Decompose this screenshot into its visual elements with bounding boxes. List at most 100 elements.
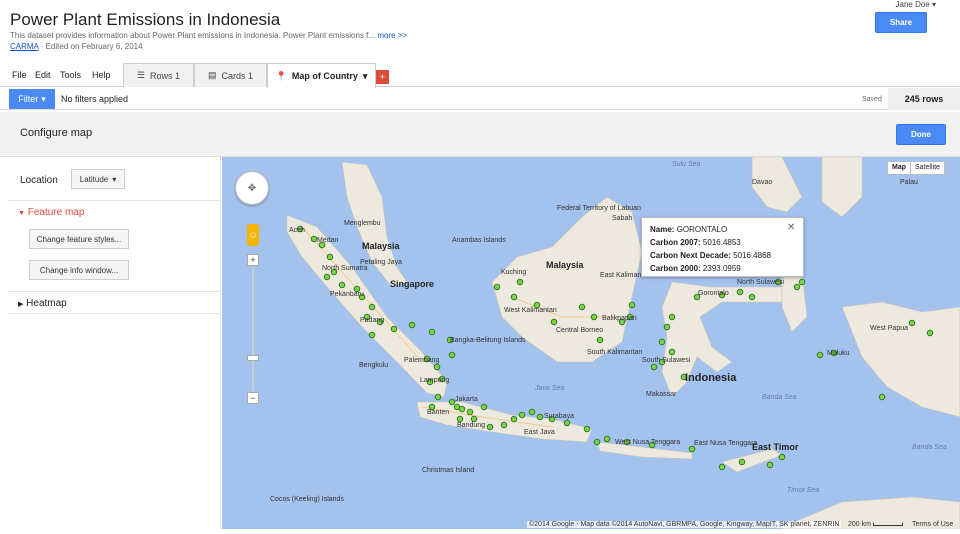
power-plant-marker[interactable] — [563, 419, 571, 427]
power-plant-marker[interactable] — [323, 273, 331, 281]
info-value: 5016.4853 — [702, 238, 741, 247]
power-plant-marker[interactable] — [408, 321, 416, 329]
power-plant-marker[interactable] — [536, 413, 544, 421]
power-plant-marker[interactable] — [778, 453, 786, 461]
power-plant-marker[interactable] — [368, 303, 376, 311]
done-button[interactable]: Done — [896, 124, 946, 145]
power-plant-marker[interactable] — [688, 445, 696, 453]
close-icon[interactable]: ✕ — [787, 222, 795, 233]
feature-map-section[interactable]: ▼ Feature map — [18, 207, 84, 218]
heatmap-section[interactable]: ▶ Heatmap — [18, 298, 67, 309]
power-plant-marker[interactable] — [428, 328, 436, 336]
meta-separator: · — [40, 42, 44, 51]
power-plant-marker[interactable] — [748, 293, 756, 301]
power-plant-marker[interactable] — [470, 415, 478, 423]
power-plant-marker[interactable] — [718, 463, 726, 471]
map-label: South Kalimantan — [587, 349, 643, 356]
power-plant-marker[interactable] — [510, 415, 518, 423]
power-plant-marker[interactable] — [368, 331, 376, 339]
power-plant-marker[interactable] — [736, 288, 744, 296]
power-plant-marker[interactable] — [433, 363, 441, 371]
map-type-satellite-button[interactable]: Satellite — [911, 162, 944, 174]
power-plant-marker[interactable] — [390, 325, 398, 333]
change-feature-styles-button[interactable]: Change feature styles... — [29, 229, 129, 249]
terms-link[interactable]: Terms of Use — [912, 521, 953, 528]
power-plant-marker[interactable] — [528, 408, 536, 416]
map-label: Malaysia — [362, 241, 400, 251]
info-row-carbon-next: Carbon Next Decade: 5016.4868 — [650, 249, 795, 262]
power-plant-marker[interactable] — [456, 415, 464, 423]
power-plant-marker[interactable] — [926, 329, 934, 337]
power-plant-marker[interactable] — [578, 303, 586, 311]
power-plant-marker[interactable] — [798, 278, 806, 286]
power-plant-marker[interactable] — [516, 278, 524, 286]
power-plant-marker[interactable] — [668, 313, 676, 321]
zoom-in-button[interactable]: + — [247, 254, 259, 266]
power-plant-marker[interactable] — [466, 408, 474, 416]
owner-link[interactable]: CARMA — [10, 42, 38, 51]
location-select[interactable]: Latitude ▾ — [71, 169, 125, 189]
add-tab-button[interactable]: + — [376, 70, 389, 84]
location-label: Location — [20, 175, 58, 186]
user-menu[interactable]: Jane Doe ▾ — [896, 0, 937, 9]
map-label: Menglembu — [344, 220, 381, 227]
power-plant-marker[interactable] — [480, 403, 488, 411]
power-plant-marker[interactable] — [816, 351, 824, 359]
filter-button[interactable]: Filter ▾ — [9, 89, 55, 109]
map-canvas[interactable]: Sulu Sea Davao Palau Aceh Medan Menglemb… — [222, 157, 960, 529]
tab-cards[interactable]: ▤ Cards 1 — [194, 63, 267, 87]
tab-rows[interactable]: ☰ Rows 1 — [123, 63, 194, 87]
change-info-window-button[interactable]: Change info window... — [29, 260, 129, 280]
menu-tools[interactable]: Tools — [60, 70, 81, 80]
power-plant-marker[interactable] — [793, 283, 801, 291]
share-button[interactable]: Share — [875, 12, 927, 33]
zoom-slider-handle[interactable] — [247, 355, 259, 361]
menu-edit[interactable]: Edit — [35, 70, 51, 80]
map-label: Padang — [360, 317, 385, 324]
pegman-icon[interactable]: ☺ — [247, 224, 259, 246]
power-plant-marker[interactable] — [650, 363, 658, 371]
power-plant-marker[interactable] — [326, 253, 334, 261]
power-plant-marker[interactable] — [518, 411, 526, 419]
tab-map-of-country[interactable]: 📍 Map of Country ▾ — [267, 63, 376, 88]
power-plant-marker[interactable] — [500, 421, 508, 429]
power-plant-marker[interactable] — [658, 338, 666, 346]
power-plant-marker[interactable] — [878, 393, 886, 401]
power-plant-marker[interactable] — [603, 435, 611, 443]
map-label: Christmas Island — [422, 467, 475, 474]
power-plant-marker[interactable] — [338, 281, 346, 289]
power-plant-marker[interactable] — [448, 398, 456, 406]
power-plant-marker[interactable] — [590, 313, 598, 321]
map-type-map-button[interactable]: Map — [888, 162, 911, 174]
zoom-slider-track[interactable] — [252, 267, 254, 391]
zoom-out-button[interactable]: − — [247, 392, 259, 404]
power-plant-marker[interactable] — [668, 348, 676, 356]
landmass — [286, 157, 960, 529]
chevron-down-icon: ▾ — [931, 0, 936, 9]
power-plant-marker[interactable] — [596, 336, 604, 344]
more-link[interactable]: more >> — [377, 31, 407, 40]
map-pin-icon: 📍 — [275, 70, 287, 81]
page-title: Power Plant Emissions in Indonesia — [10, 10, 281, 29]
power-plant-marker[interactable] — [550, 318, 558, 326]
power-plant-marker[interactable] — [310, 235, 318, 243]
power-plant-marker[interactable] — [434, 393, 442, 401]
power-plant-marker[interactable] — [766, 461, 774, 469]
power-plant-marker[interactable] — [583, 425, 591, 433]
power-plant-marker[interactable] — [510, 293, 518, 301]
power-plant-marker[interactable] — [486, 423, 494, 431]
pan-control[interactable]: ✥ — [235, 171, 269, 205]
menu-help[interactable]: Help — [92, 70, 111, 80]
menu-file[interactable]: File — [12, 70, 27, 80]
power-plant-marker[interactable] — [663, 323, 671, 331]
power-plant-marker[interactable] — [448, 351, 456, 359]
map-label: Medan — [317, 237, 339, 244]
power-plant-marker[interactable] — [738, 458, 746, 466]
info-row-carbon-2000: Carbon 2000: 2393.0959 — [650, 262, 795, 275]
power-plant-marker[interactable] — [458, 405, 466, 413]
map-label: Makassar — [646, 391, 677, 398]
power-plant-marker[interactable] — [908, 319, 916, 327]
power-plant-marker[interactable] — [493, 283, 501, 291]
power-plant-marker[interactable] — [628, 301, 636, 309]
power-plant-marker[interactable] — [593, 438, 601, 446]
